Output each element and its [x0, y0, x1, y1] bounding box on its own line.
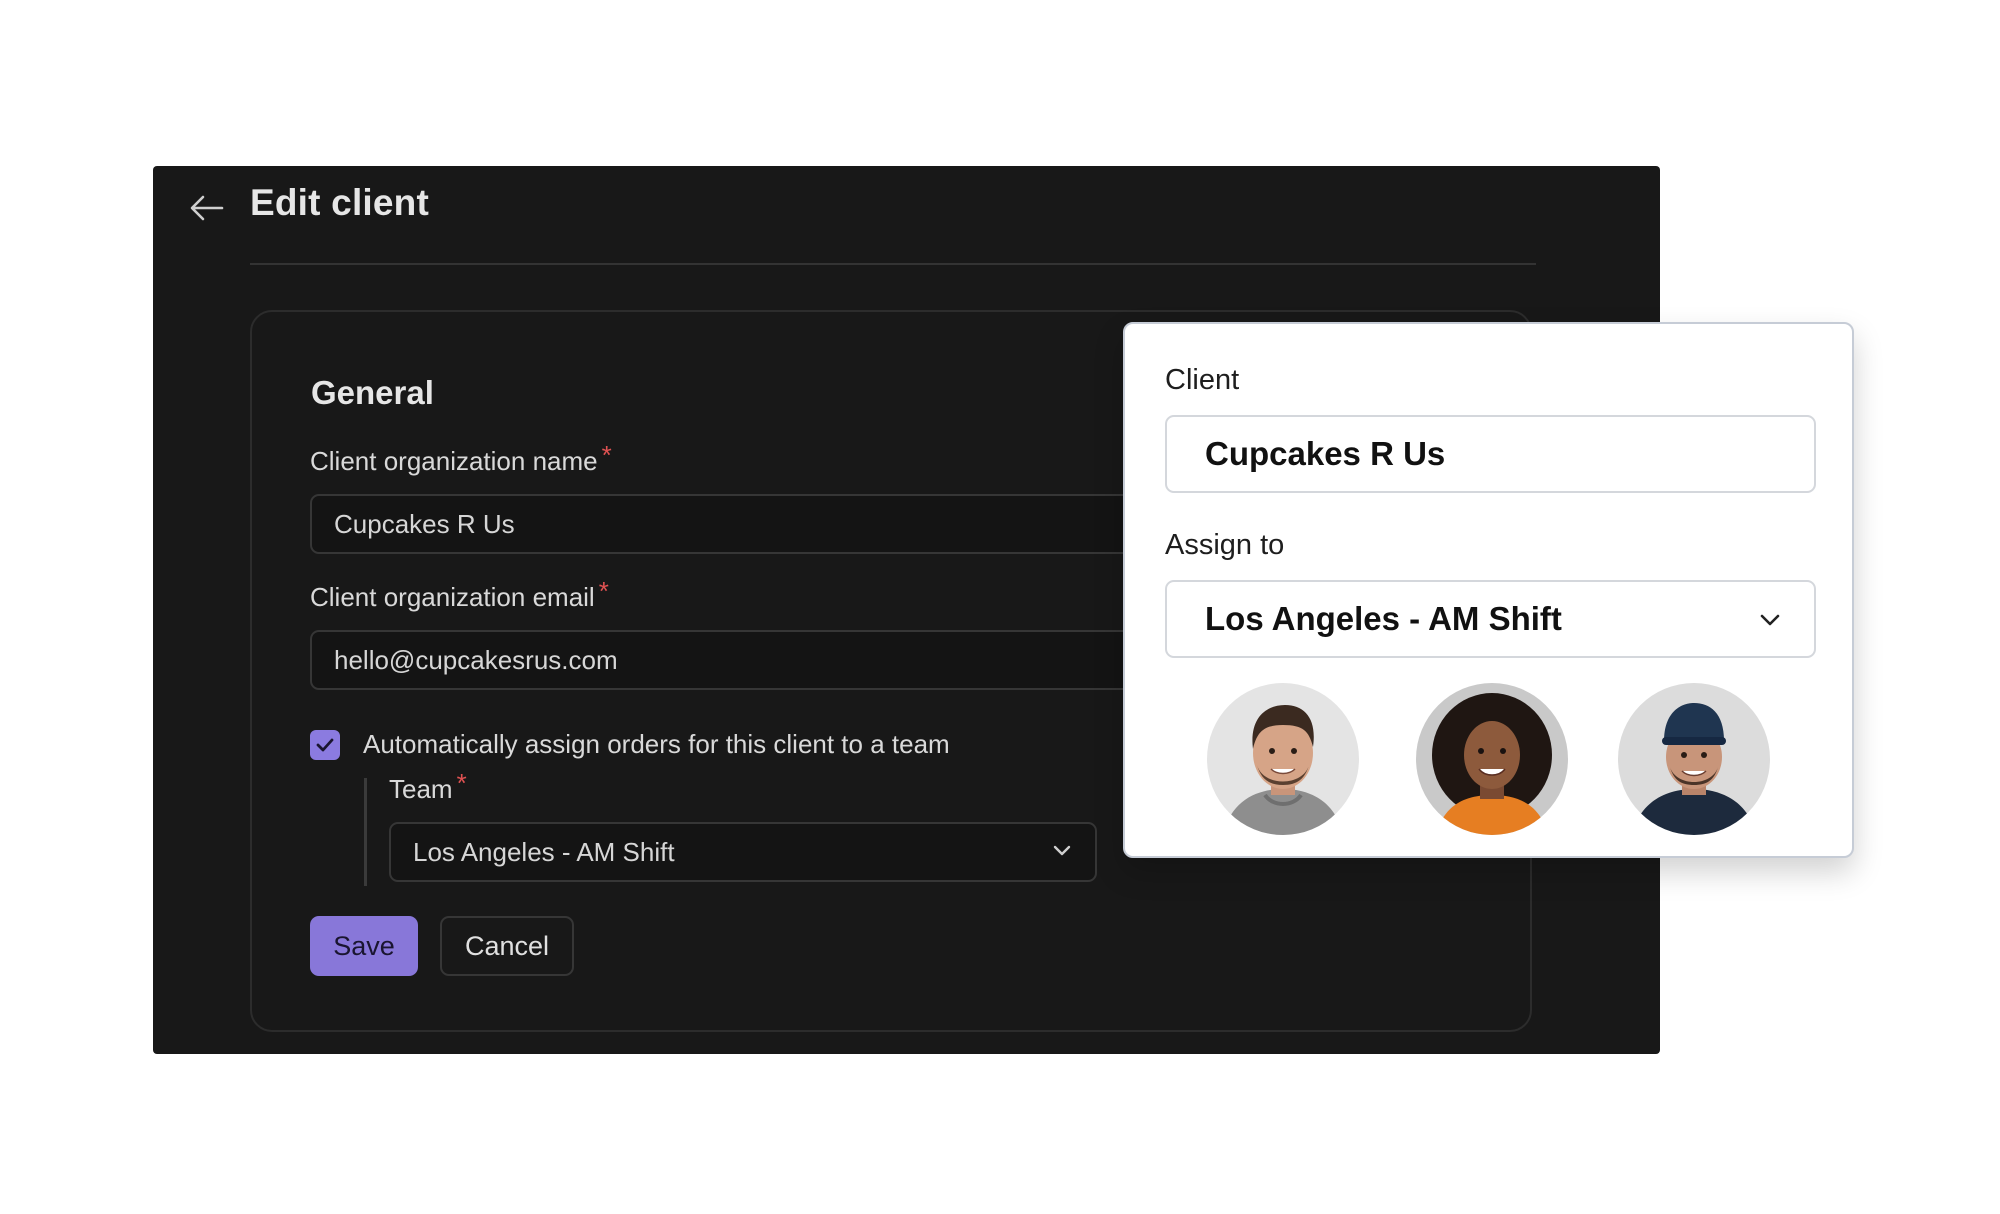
required-mark: * — [601, 440, 612, 470]
header-divider — [250, 263, 1536, 265]
team-select-value: Los Angeles - AM Shift — [413, 836, 675, 867]
cancel-button[interactable]: Cancel — [440, 916, 574, 976]
popup-assign-label: Assign to — [1165, 529, 1285, 561]
auto-assign-label[interactable]: Automatically assign orders for this cli… — [363, 729, 950, 760]
client-name-label: Client organization name * — [310, 440, 612, 477]
assign-popup-card: Client Cupcakes R Us Assign to Los Angel… — [1123, 322, 1854, 858]
avatar — [1207, 683, 1359, 835]
team-label-text: Team — [389, 774, 453, 804]
avatar — [1416, 683, 1568, 835]
required-mark: * — [456, 768, 467, 798]
avatar — [1618, 683, 1770, 835]
popup-client-input[interactable]: Cupcakes R Us — [1165, 415, 1816, 493]
save-button[interactable]: Save — [310, 916, 418, 976]
client-name-value: Cupcakes R Us — [334, 508, 515, 539]
check-icon — [316, 738, 334, 752]
page-title: Edit client — [250, 182, 429, 223]
client-email-input[interactable]: hello@cupcakesrus.com — [310, 630, 1170, 690]
chevron-down-icon — [1760, 614, 1780, 626]
popup-assign-value: Los Angeles - AM Shift — [1205, 600, 1562, 637]
required-mark: * — [598, 576, 609, 606]
popup-client-value: Cupcakes R Us — [1205, 435, 1446, 472]
client-email-value: hello@cupcakesrus.com — [334, 644, 618, 675]
popup-assign-select[interactable]: Los Angeles - AM Shift — [1165, 580, 1816, 658]
popup-client-label: Client — [1165, 364, 1240, 396]
chevron-down-icon — [1053, 845, 1071, 856]
auto-assign-checkbox[interactable] — [310, 730, 340, 760]
client-name-label-text: Client organization name — [310, 446, 598, 476]
team-label: Team * — [389, 768, 467, 805]
back-arrow-icon[interactable] — [187, 188, 227, 228]
client-email-label: Client organization email * — [310, 576, 609, 613]
client-name-input[interactable]: Cupcakes R Us — [310, 494, 1170, 554]
team-indent-rule — [364, 778, 367, 886]
client-email-label-text: Client organization email — [310, 582, 595, 612]
team-select[interactable]: Los Angeles - AM Shift — [389, 822, 1097, 882]
section-title: General — [311, 374, 434, 411]
